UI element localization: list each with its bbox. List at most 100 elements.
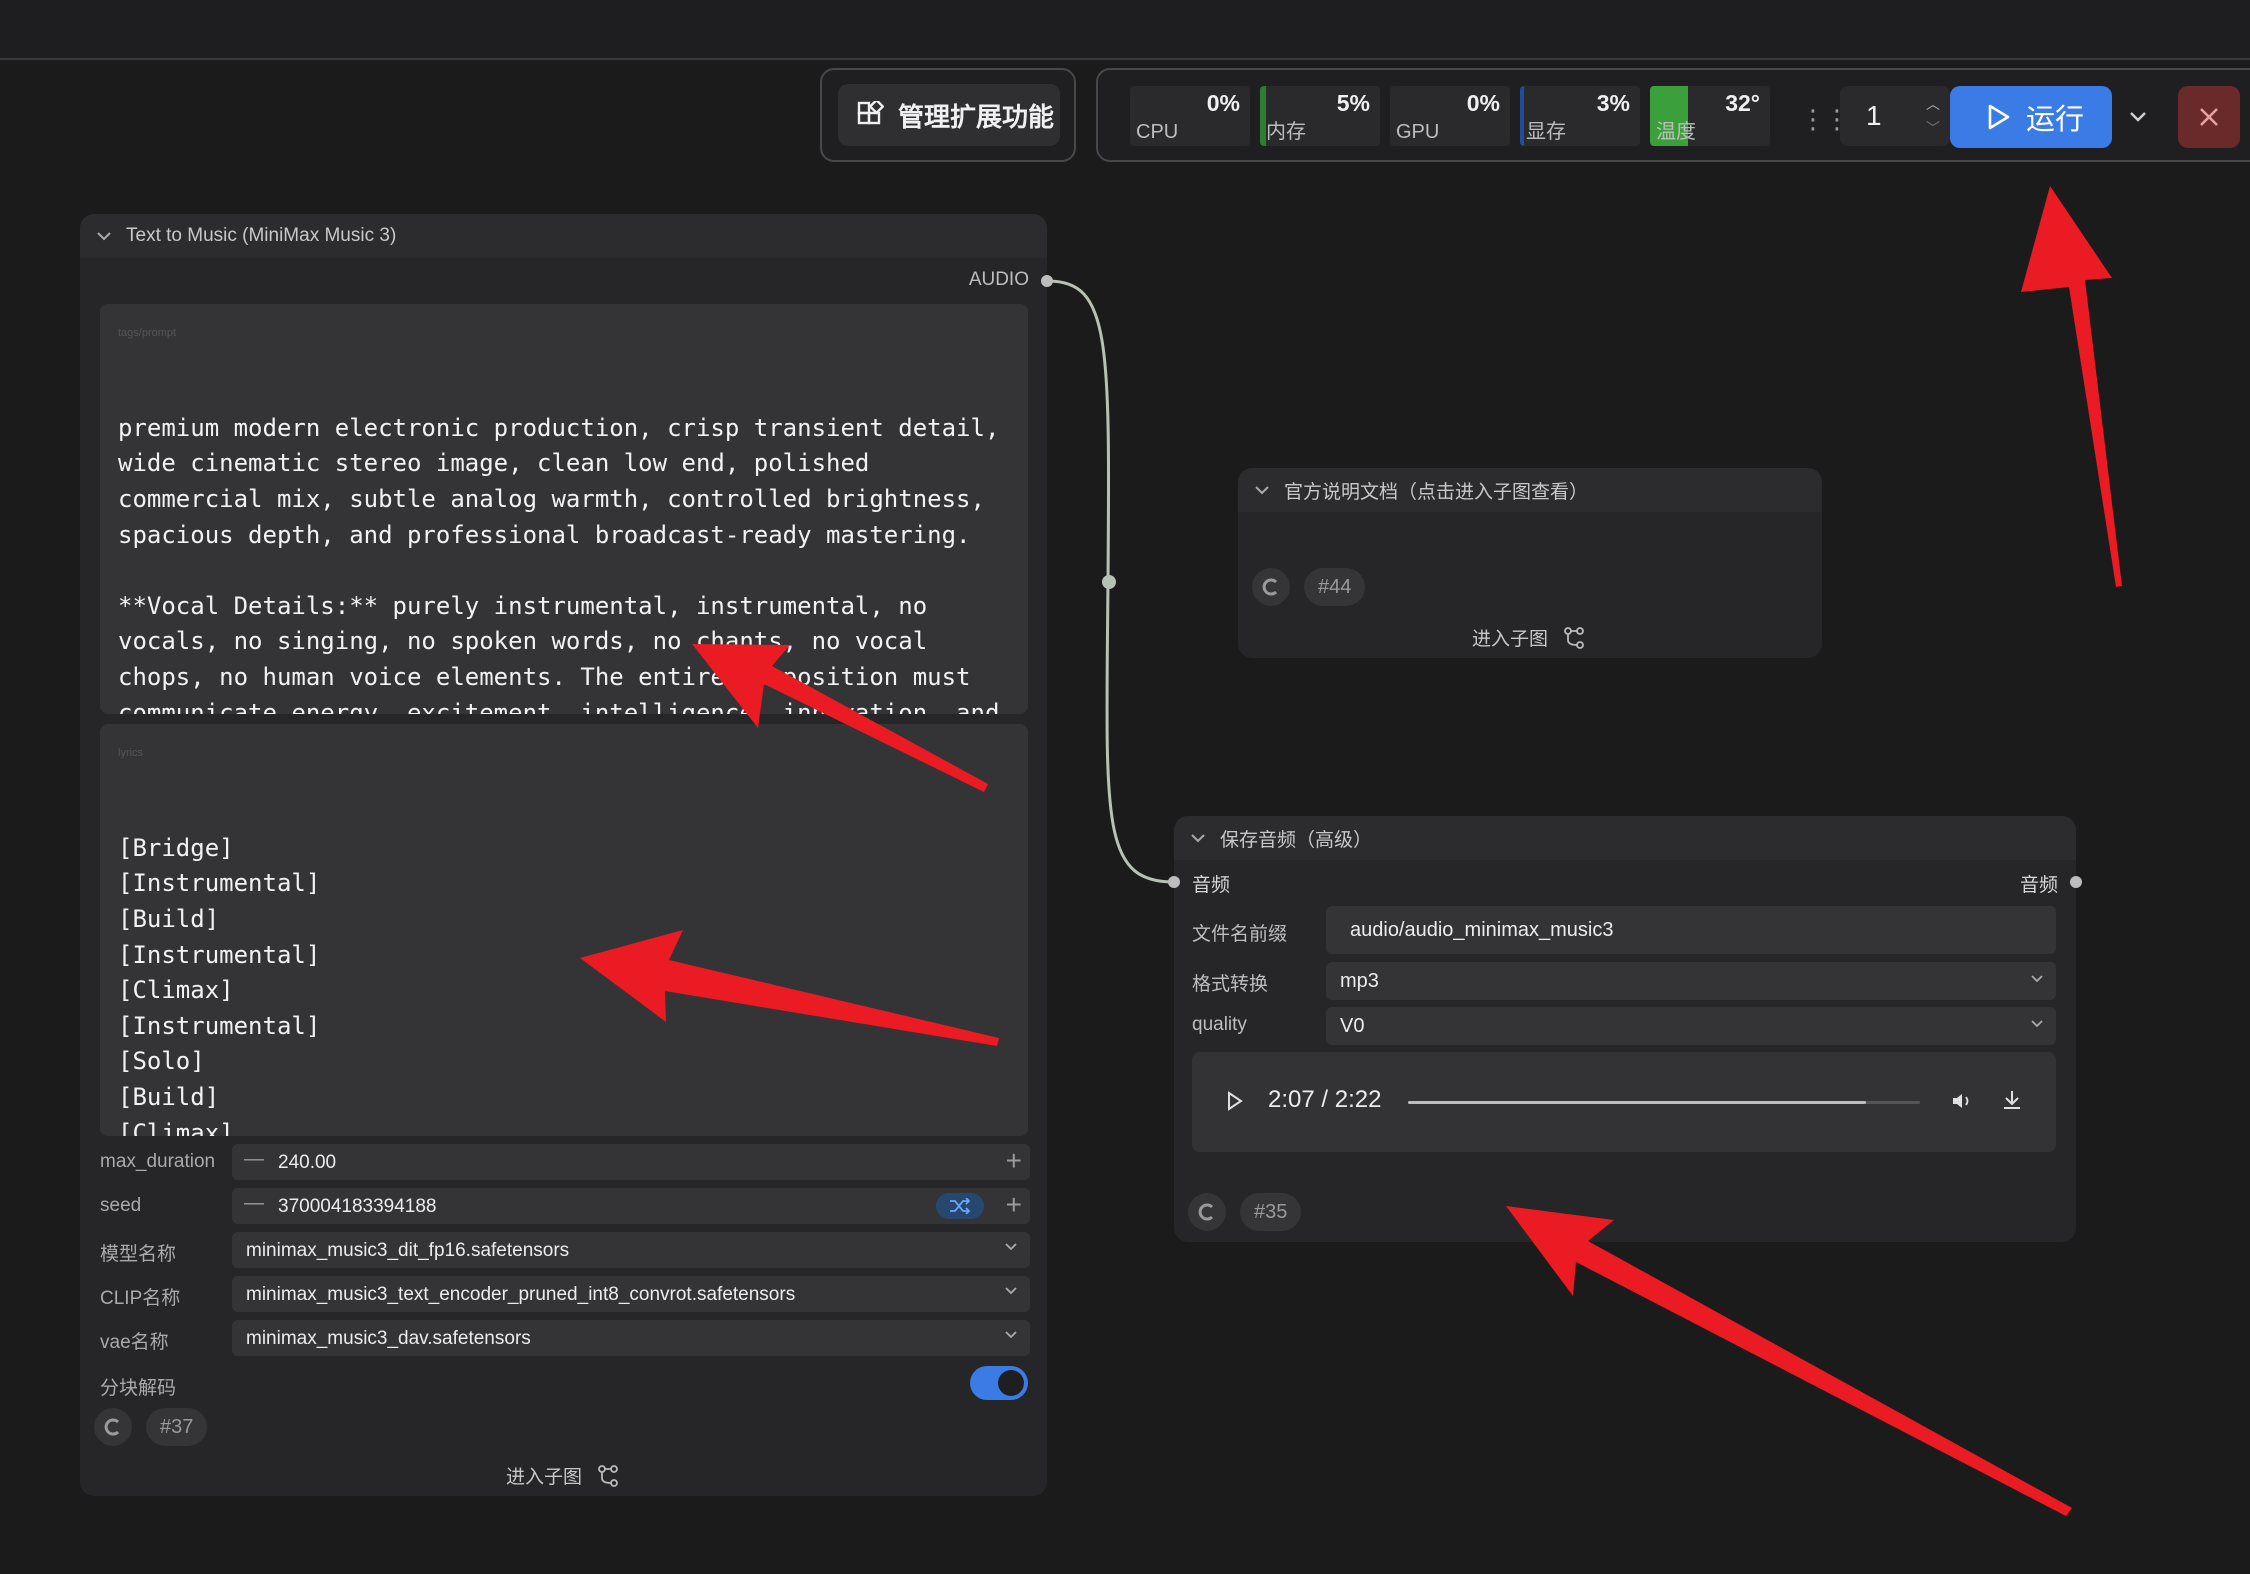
stop-button[interactable] [2178, 86, 2240, 148]
tiled-decode-toggle[interactable] [970, 1366, 1028, 1400]
player-progress [1408, 1101, 1866, 1104]
run-button-label: 运行 [2026, 104, 2085, 136]
seed-value: 370004183394188 [278, 1196, 437, 1217]
queue-count-value: 1 [1866, 100, 1882, 131]
randomize-seed-button[interactable] [936, 1193, 984, 1219]
download-icon[interactable] [2000, 1088, 2024, 1112]
seed-input[interactable]: — 370004183394188 + [232, 1188, 1030, 1224]
queue-count-stepper[interactable]: 1 ︿ ﹀ [1840, 86, 1950, 146]
lyrics-line: [Instrumental] [118, 940, 321, 969]
gpu-meter-label: GPU [1396, 121, 1440, 143]
node-id-badge: #35 [1240, 1193, 1302, 1231]
audio-output-port[interactable] [2070, 876, 2082, 888]
chevron-down-icon[interactable] [1190, 833, 1206, 843]
cpu-meter-label: CPU [1136, 121, 1179, 143]
cpu-meter-value: 0% [1206, 90, 1240, 116]
node-badge-icon [1252, 568, 1290, 606]
vae-name-select[interactable]: minimax_music3_dav.safetensors [232, 1320, 1030, 1356]
player-time: 2:07 / 2:22 [1268, 1086, 1382, 1113]
save-audio-node-footer: #35 [1188, 1193, 1302, 1231]
clip-name-widget[interactable]: CLIP名称 minimax_music3_text_encoder_prune… [100, 1276, 1030, 1312]
memory-meter-label: 内存 [1266, 121, 1306, 143]
enter-subgraph-button[interactable]: 进入子图 [1472, 624, 1586, 651]
extensions-panel: 管理扩展功能 [820, 68, 1076, 162]
chevron-down-icon[interactable] [1254, 485, 1270, 495]
annotation-arrow-player [1506, 1206, 2072, 1516]
prompt-line: communicate energy, excitement, intellig… [118, 698, 1000, 714]
chevron-down-icon[interactable] [96, 231, 112, 241]
increment-icon[interactable]: + [1006, 1146, 1022, 1176]
link-midpoint [1102, 575, 1116, 589]
model-name-widget[interactable]: 模型名称 minimax_music3_dit_fp16.safetensors [100, 1232, 1030, 1268]
text-to-music-node-header[interactable]: Text to Music (MiniMax Music 3) [80, 214, 1047, 258]
decrement-icon[interactable]: — [244, 1148, 264, 1171]
vram-meter: 3% 显存 [1520, 86, 1640, 146]
clip-name-value: minimax_music3_text_encoder_pruned_int8_… [246, 1284, 796, 1305]
audio-output-label: 音频 [2019, 875, 2058, 896]
increment-icon[interactable]: + [1006, 1190, 1022, 1220]
quality-label: quality [1192, 1014, 1247, 1035]
prompt-line: chops, no human voice elements. The enti… [118, 662, 971, 691]
filename-prefix-input[interactable]: audio/audio_minimax_music3 [1326, 906, 2056, 954]
shuffle-icon [950, 1198, 971, 1214]
audio-output-port[interactable] [1041, 275, 1053, 287]
chevron-down-icon [1005, 1243, 1017, 1251]
prompt-line [118, 553, 1010, 589]
quality-value: V0 [1340, 1015, 1365, 1037]
chevron-down-icon [2031, 975, 2043, 983]
increment-icon[interactable]: ︿ [1926, 94, 1940, 114]
manage-extensions-button[interactable]: 管理扩展功能 [838, 84, 1060, 146]
prompt-textarea[interactable]: tags/prompt premium modern electronic pr… [100, 304, 1028, 714]
chevron-down-icon [1005, 1331, 1017, 1339]
model-name-label: 模型名称 [100, 1244, 177, 1265]
seed-widget[interactable]: seed — 370004183394188 + [100, 1188, 1030, 1224]
quality-select[interactable]: V0 [1326, 1007, 2056, 1045]
prompt-line: premium modern electronic production, cr… [118, 413, 1000, 442]
max-duration-input[interactable]: — 240.00 + [232, 1144, 1030, 1180]
clip-name-label: CLIP名称 [100, 1288, 181, 1309]
audio-input-label: 音频 [1192, 875, 1231, 896]
vae-name-label: vae名称 [100, 1332, 169, 1353]
tiled-decode-widget[interactable]: 分块解码 [100, 1366, 1030, 1402]
run-button[interactable]: 运行 [1950, 86, 2112, 148]
vae-name-widget[interactable]: vae名称 minimax_music3_dav.safetensors [100, 1320, 1030, 1356]
run-options-dropdown[interactable] [2118, 86, 2158, 148]
subgraph-icon [598, 1464, 618, 1487]
close-icon [2200, 108, 2218, 126]
play-icon [1988, 104, 2010, 130]
seed-label: seed [100, 1195, 142, 1216]
format-label: 格式转换 [1192, 974, 1269, 995]
lyrics-line: [Climax] [118, 1118, 234, 1136]
play-icon[interactable] [1226, 1090, 1244, 1112]
prompt-line: wide cinematic stereo image, clean low e… [118, 449, 870, 478]
subgraph-icon [1564, 626, 1584, 649]
max-duration-widget[interactable]: max_duration — 240.00 + [100, 1144, 1030, 1180]
enter-subgraph-label: 进入子图 [506, 1467, 583, 1488]
clip-name-select[interactable]: minimax_music3_text_encoder_pruned_int8_… [232, 1276, 1030, 1312]
audio-link-wire [1047, 279, 1175, 884]
lyrics-textarea[interactable]: lyrics [Bridge] [Instrumental] [Build] [Ins… [100, 724, 1028, 1136]
lyrics-ghost-label: lyrics [118, 747, 144, 759]
prompt-line: commercial mix, subtle analog warmth, co… [118, 484, 985, 513]
save-audio-node-header[interactable]: 保存音频（高级） [1174, 816, 2076, 860]
filename-prefix-label: 文件名前缀 [1192, 924, 1288, 945]
docs-node-header[interactable]: 官方说明文档（点击进入子图查看） [1238, 468, 1822, 512]
decrement-icon[interactable]: ﹀ [1926, 118, 1940, 138]
enter-subgraph-label: 进入子图 [1472, 629, 1549, 650]
audio-input-port[interactable] [1168, 876, 1180, 888]
model-name-select[interactable]: minimax_music3_dit_fp16.safetensors [232, 1232, 1030, 1268]
player-seek-bar[interactable] [1408, 1101, 1920, 1104]
tiled-decode-label: 分块解码 [100, 1378, 177, 1399]
decrement-icon[interactable]: — [244, 1192, 264, 1215]
vram-meter-value: 3% [1596, 90, 1630, 116]
lyrics-text: [Bridge] [Instrumental] [Build] [Instrument… [118, 831, 1010, 1136]
format-select[interactable]: mp3 [1326, 962, 2056, 1000]
volume-icon[interactable] [1950, 1090, 1974, 1112]
docs-node[interactable]: 官方说明文档（点击进入子图查看） #44 进入子图 [1238, 468, 1822, 658]
enter-subgraph-button[interactable]: 进入子图 [506, 1462, 620, 1489]
memory-meter: 5% 内存 [1260, 86, 1380, 146]
chevron-down-icon [2130, 112, 2146, 122]
text-to-music-node-footer: #37 [94, 1408, 208, 1446]
canvas-top-bar [0, 0, 2250, 60]
audio-output-label: AUDIO [968, 269, 1029, 290]
